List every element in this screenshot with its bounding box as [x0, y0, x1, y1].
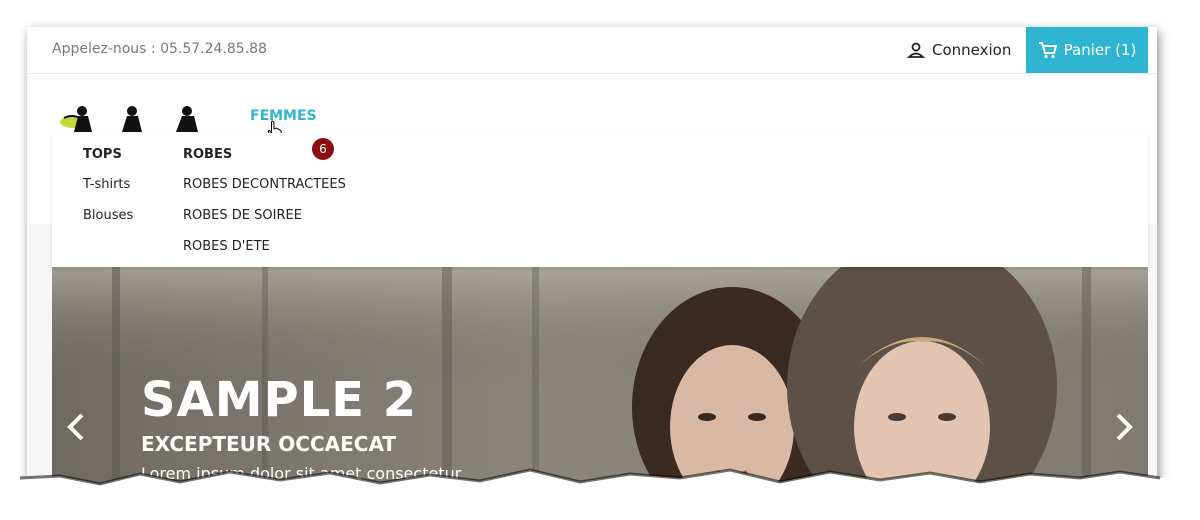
- chevron-left-icon[interactable]: [62, 407, 92, 447]
- top-bar: Appelez-nous : 05.57.24.85.88 Connexion …: [27, 27, 1157, 74]
- user-icon: [907, 42, 925, 58]
- step-badge: 6: [312, 138, 334, 160]
- menu-item-robes-decontractees[interactable]: ROBES DECONTRACTEES: [183, 177, 346, 208]
- cart-label: Panier (1): [1063, 41, 1137, 59]
- cart-icon: [1038, 42, 1057, 59]
- menu-item-robes-d-ete[interactable]: ROBES D'ETE: [183, 239, 346, 270]
- signin-link[interactable]: Connexion: [907, 41, 1011, 59]
- signin-label: Connexion: [932, 41, 1012, 59]
- nav-item-femmes[interactable]: FEMMES: [250, 108, 317, 124]
- menu-item-robes-de-soiree[interactable]: ROBES DE SOIREE: [183, 208, 346, 239]
- menu-header-tops[interactable]: TOPS: [83, 147, 133, 177]
- torn-edge-decoration: [0, 468, 1200, 520]
- dropdown-column-tops: TOPS T-shirts Blouses: [83, 147, 133, 239]
- menu-item-blouses[interactable]: Blouses: [83, 208, 133, 239]
- cart-button[interactable]: Panier (1): [1026, 27, 1148, 73]
- browser-page: Appelez-nous : 05.57.24.85.88 Connexion …: [27, 27, 1157, 497]
- chevron-right-icon[interactable]: [1108, 407, 1138, 447]
- phone-contact: Appelez-nous : 05.57.24.85.88: [52, 41, 267, 57]
- hero-title: SAMPLE 2: [141, 372, 418, 428]
- site-logo[interactable]: [52, 104, 210, 132]
- dropdown-column-robes: ROBES ROBES DECONTRACTEES ROBES DE SOIRE…: [183, 147, 346, 270]
- menu-item-tshirts[interactable]: T-shirts: [83, 177, 133, 208]
- femmes-dropdown-menu: TOPS T-shirts Blouses ROBES ROBES DECONT…: [52, 133, 1148, 267]
